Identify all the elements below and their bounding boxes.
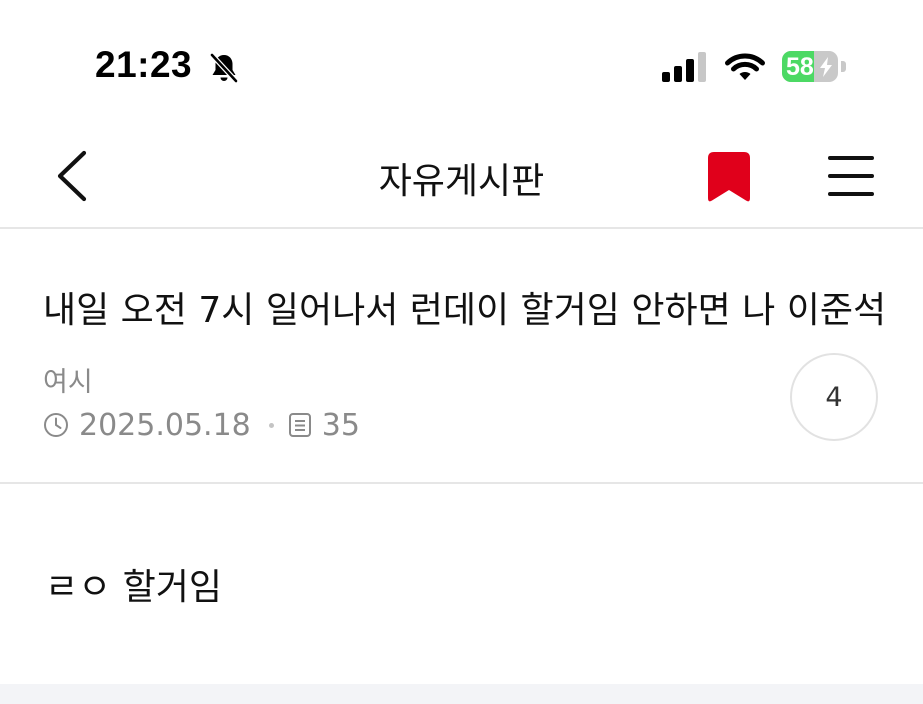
clock-icon	[44, 413, 68, 437]
post-body: ㄹㅇ 할거임	[45, 567, 223, 608]
battery-indicator: 58	[782, 51, 838, 82]
battery-charging-icon	[820, 57, 832, 77]
post-title: 내일 오전 7시 일어나서 런데이 할거임 안하면 나 이준석	[43, 290, 887, 331]
hamburger-menu-icon[interactable]	[826, 154, 876, 198]
post-date: 2025.05.18	[79, 407, 251, 443]
meta-separator-dot	[268, 422, 274, 428]
bell-slash-icon	[210, 53, 238, 83]
view-count: 35	[321, 407, 360, 443]
nav-bar: 자유게시판	[0, 130, 923, 229]
post-header: 내일 오전 7시 일어나서 런데이 할거임 안하면 나 이준석 여시 2025.…	[0, 229, 923, 484]
battery-percent: 58	[786, 53, 814, 81]
battery-cap	[841, 61, 846, 72]
status-time: 21:23	[95, 44, 193, 85]
cellular-signal-icon	[662, 52, 706, 82]
post-author[interactable]: 여시	[43, 360, 93, 399]
section-divider-strip	[0, 684, 923, 704]
document-icon	[288, 413, 311, 437]
wifi-icon	[725, 53, 765, 80]
bookmark-icon[interactable]	[705, 150, 753, 204]
board-title: 자유게시판	[378, 161, 545, 202]
post-meta: 2025.05.18 35	[43, 405, 360, 445]
comment-count-button[interactable]: 4	[790, 353, 878, 441]
screen: 21:23 58 자유게시판 내일 오전 7시 일어나서 런데이 할거임 안하면…	[0, 0, 923, 704]
status-bar: 21:23 58	[0, 0, 923, 130]
